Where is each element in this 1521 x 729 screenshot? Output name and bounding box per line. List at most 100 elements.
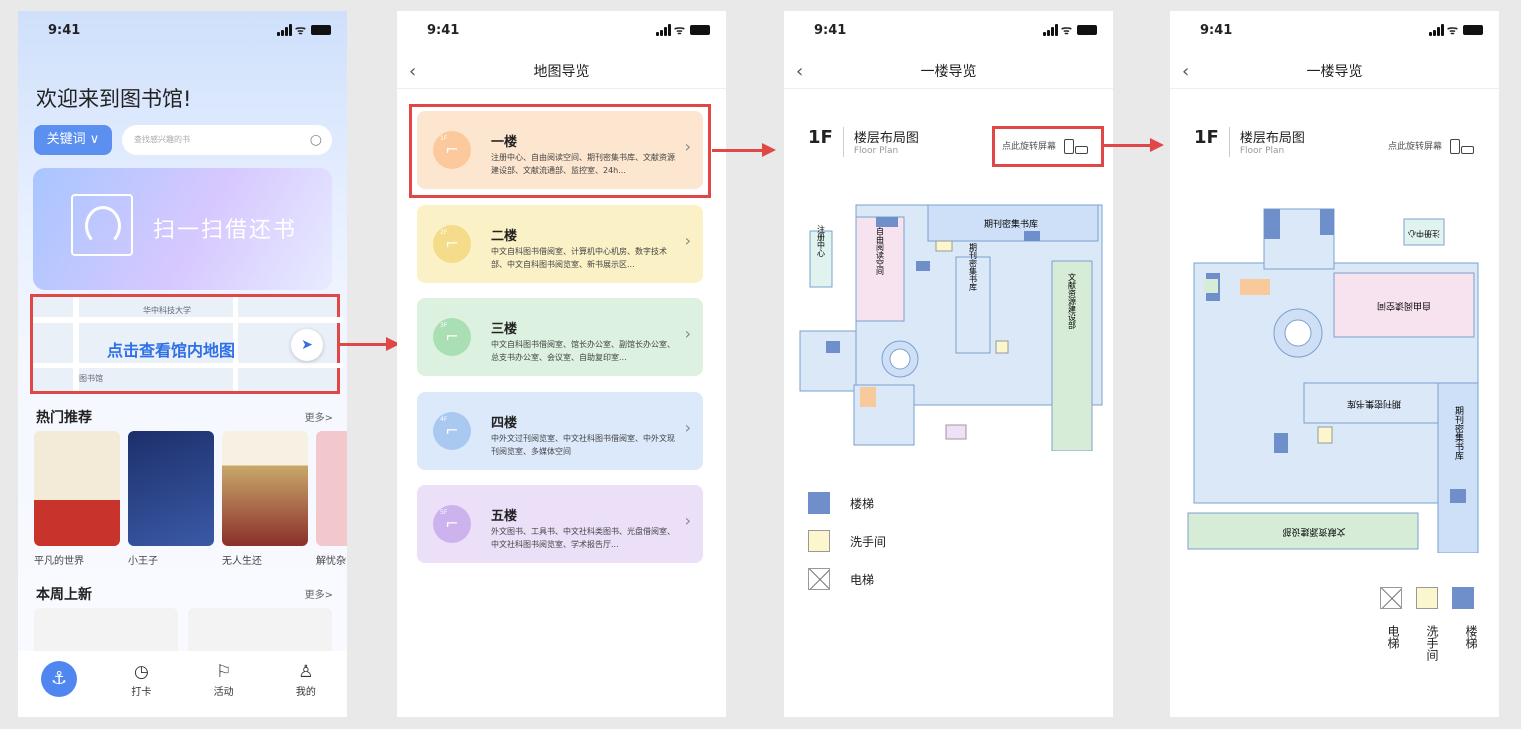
search-placeholder: 查找感兴趣的书: [134, 135, 190, 144]
back-icon[interactable]: ‹: [796, 55, 803, 89]
toilet-swatch: [1416, 587, 1438, 609]
tab-home[interactable]: ⚓: [34, 661, 84, 717]
floor-header: 1F 楼层布局图 Floor Plan: [808, 127, 919, 157]
toilet-mark: [1317, 426, 1333, 444]
rotate-label: 点此旋转屏幕: [1388, 142, 1443, 152]
plan-title: 楼层布局图: [853, 131, 919, 146]
book-title: 平凡的世界: [34, 556, 84, 567]
signal-icon: [277, 23, 293, 36]
anchor-icon: ⚓: [41, 661, 78, 697]
header-divider: [842, 127, 844, 157]
stairs-mark: [1024, 231, 1040, 241]
plan-title: 楼层布局图: [1239, 131, 1305, 146]
new-section-title: 本周上新: [36, 587, 92, 603]
floor-badge: 4F: [440, 416, 448, 423]
tab-activity[interactable]: ⚐ 活动: [199, 661, 249, 717]
phone-landscape-icon: [1461, 146, 1475, 154]
status-icons: ᯤ: [1429, 21, 1483, 38]
legend-label: 洗手间: [850, 534, 887, 549]
rotate-screen-button[interactable]: 点此旋转屏幕: [1388, 139, 1475, 154]
stairs-mark: [1274, 433, 1288, 453]
signal-icon: [1429, 23, 1445, 36]
status-time: 9:41: [1200, 23, 1233, 38]
battery-icon: [311, 24, 331, 35]
navigate-icon[interactable]: ➤: [291, 329, 323, 361]
toilet-swatch: [808, 530, 830, 552]
room-journals-label: 期刊密集书库: [1347, 398, 1401, 410]
floor-item-3[interactable]: 3F ⌐ 三楼中文自科图书借阅室、馆长办公室、副馆长办公室、总支书办公室、会议室、自…: [417, 298, 703, 376]
back-icon[interactable]: ‹: [409, 55, 416, 89]
search-icon[interactable]: ○: [310, 125, 322, 155]
stairs-mark: [826, 341, 840, 353]
stairs-mark: [876, 217, 898, 227]
header-divider: [1228, 127, 1230, 157]
room-marker: [945, 424, 967, 440]
tab-label: 打卡: [131, 687, 152, 698]
library-map-card[interactable]: 华中科技大学 图书馆 点击查看馆内地图 ➤: [30, 294, 343, 394]
user-icon: ♙: [298, 662, 314, 682]
flag-icon: ⚐: [216, 662, 232, 682]
book-cover[interactable]: [316, 431, 347, 546]
hot-more-link[interactable]: 更多>: [305, 409, 333, 424]
room-reading-label: 自由阅读空间: [1377, 300, 1431, 312]
tab-mine[interactable]: ♙ 我的: [281, 661, 331, 717]
flow-arrow: [712, 143, 776, 157]
new-more-link[interactable]: 更多>: [305, 586, 333, 601]
scan-label: 扫一扫借还书: [153, 218, 298, 243]
search-input[interactable]: 查找感兴趣的书 ○: [122, 125, 332, 155]
scan-borrow-banner[interactable]: 扫一扫借还书: [33, 168, 332, 290]
floor-item-2[interactable]: 2F ⌐ 二楼 中文自科图书借阅室、计算机中心机房、数字技术部、中文自科图书阅览室、新…: [417, 205, 703, 283]
phone-icon: [1450, 139, 1461, 154]
book-cover[interactable]: [128, 431, 214, 546]
wifi-icon: ᯤ: [674, 23, 685, 37]
floor-desc: 外文图书、工具书、中文社科类图书、光盘借阅室、中文社科图书阅览室、学术报告厅..…: [491, 527, 675, 549]
status-icons: ᯤ: [1043, 21, 1097, 38]
page-title: 一楼导览: [920, 64, 977, 80]
room-marker: [1240, 279, 1270, 295]
status-bar: 9:41 ᯤ: [1170, 21, 1499, 43]
room-register-label: 注册中心: [1408, 229, 1440, 239]
floor-desc: 中文自科图书借阅室、馆长办公室、副馆长办公室、总支书办公室、会议室、自助复印室.…: [491, 340, 675, 362]
status-time: 9:41: [427, 23, 460, 38]
tab-checkin[interactable]: ◷ 打卡: [116, 661, 166, 717]
signal-icon: [656, 23, 672, 36]
elevator-swatch: [808, 568, 830, 590]
toilet-mark: [935, 240, 953, 252]
back-icon[interactable]: ‹: [1182, 55, 1189, 89]
room-marker: [1204, 279, 1218, 293]
room-west: [799, 330, 857, 392]
page-title: 地图导览: [533, 64, 590, 80]
chevron-right-icon: ›: [684, 418, 691, 437]
battery-icon: [1463, 24, 1483, 35]
book-cover[interactable]: [34, 431, 120, 546]
floor-item-5[interactable]: 5F ⌐ 五楼 外文图书、工具书、中文社科类图书、光盘借阅室、中文社科图书阅览室、学术…: [417, 485, 703, 563]
status-bar: 9:41 ᯤ: [18, 21, 347, 43]
map-road: [33, 363, 343, 368]
nav-bar: ‹ 地图导览: [397, 55, 726, 89]
map-place-label: 华中科技大学: [143, 306, 191, 315]
floor-view-rotated-screen: 9:41 ᯤ ‹ 一楼导览 1F 楼层布局图 Floor Plan 点此旋转屏幕 文…: [1170, 11, 1499, 717]
tab-label: 活动: [213, 687, 234, 698]
room-acquisition-label: 文献资源建设部: [1282, 526, 1345, 538]
floor-name: 三楼: [491, 322, 518, 337]
map-label: 点击查看馆内地图: [107, 341, 236, 360]
floor-view-screen: 9:41 ᯤ ‹ 一楼导览 1F 楼层布局图 Floor Plan 点此旋转屏幕 期…: [784, 11, 1113, 717]
chevron-right-icon: ›: [684, 231, 691, 250]
stairs-swatch: [1452, 587, 1474, 609]
keyword-dropdown[interactable]: 关键词 ∨: [34, 125, 112, 155]
room-marker: [860, 387, 876, 407]
room-acquisition-label: 文献资源建设部: [1068, 272, 1077, 330]
status-bar: 9:41 ᯤ: [784, 21, 1113, 43]
floor-badge: 2F: [440, 229, 448, 236]
book-cover[interactable]: [222, 431, 308, 546]
legend-label: 楼梯: [1464, 625, 1478, 649]
status-bar: 9:41 ᯤ: [397, 21, 726, 43]
floor-name: 四楼: [491, 416, 518, 431]
room-reading-label: 自由阅读空间: [876, 226, 885, 276]
floor-item-4[interactable]: 4F ⌐ 四楼 中外文过刊阅览室、中文社科图书借阅室、中外文现刊阅览室、多媒体空间 ›: [417, 392, 703, 470]
chevron-right-icon: ›: [684, 511, 691, 530]
stairs-mark: [916, 261, 930, 271]
wifi-icon: ᯤ: [1061, 23, 1072, 37]
tab-label: 我的: [295, 687, 316, 698]
stairs-icon: 3F ⌐: [433, 318, 471, 356]
